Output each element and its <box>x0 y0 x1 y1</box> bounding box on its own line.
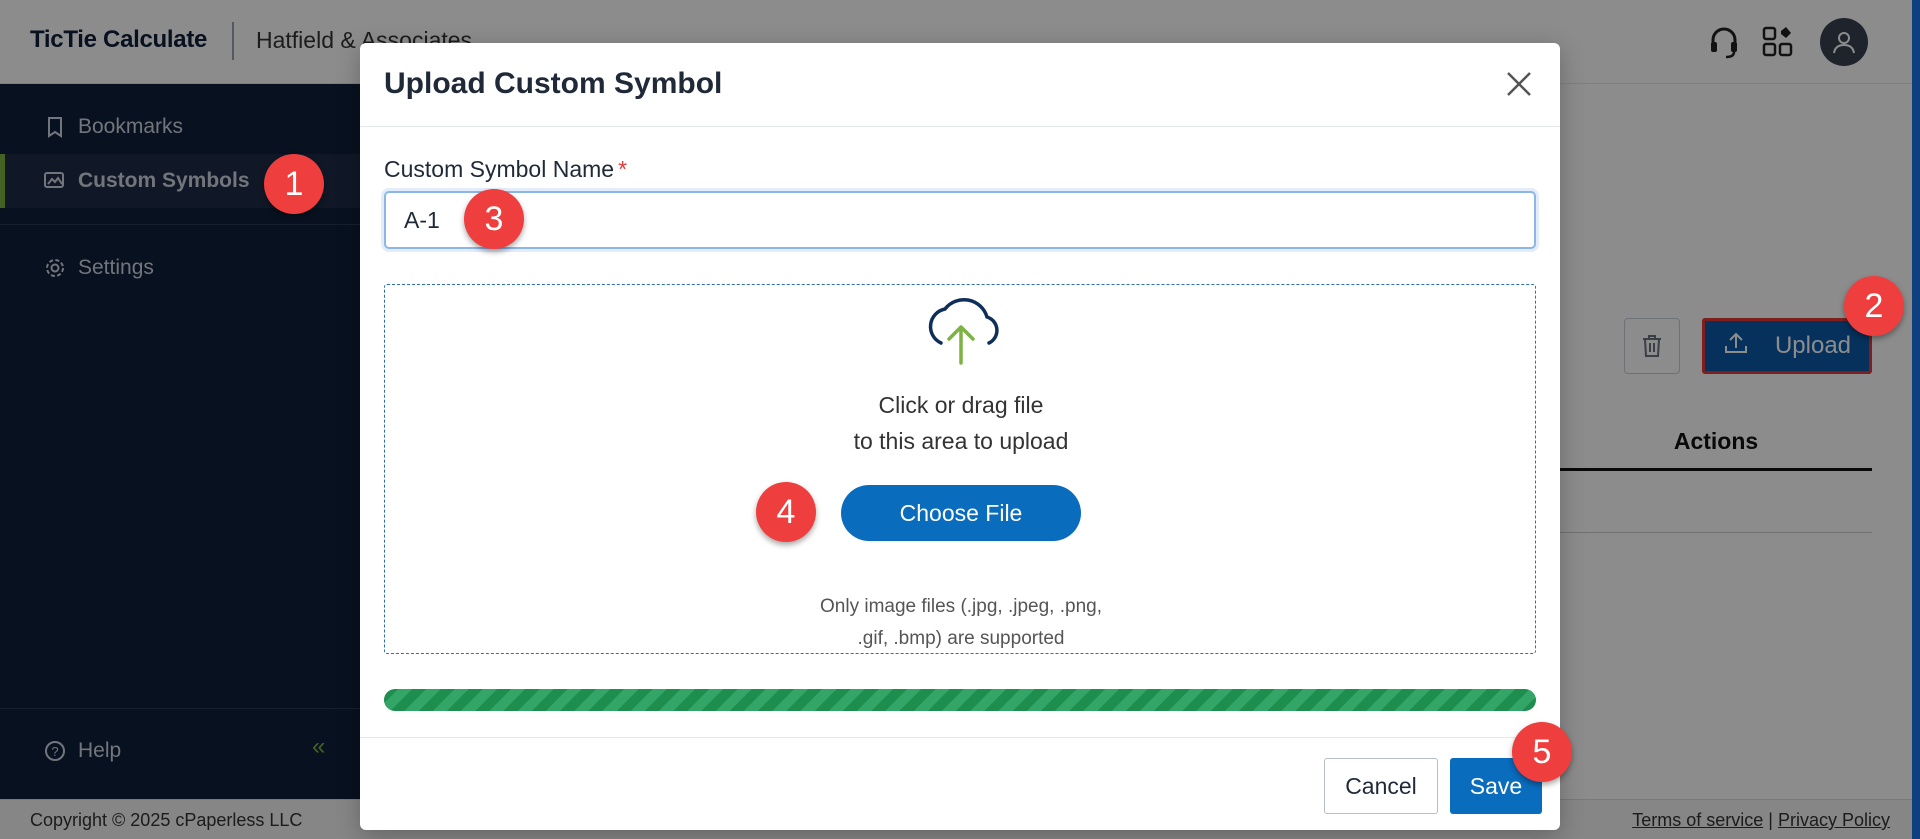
step-marker-3: 3 <box>464 189 524 249</box>
symbol-name-input[interactable] <box>384 191 1536 249</box>
dialog-title: Upload Custom Symbol <box>384 67 723 100</box>
dialog-header: Upload Custom Symbol <box>360 43 1560 127</box>
file-type-hint-line2: .gif, .bmp) are supported <box>857 628 1065 649</box>
choose-file-button[interactable]: Choose File <box>841 485 1081 541</box>
step-marker-5: 5 <box>1512 722 1572 782</box>
file-dropzone[interactable]: Click or drag file to this area to uploa… <box>384 284 1536 654</box>
step-marker-2: 2 <box>1844 276 1904 336</box>
file-type-hint-line1: Only image files (.jpg, .jpeg, .png, <box>820 596 1102 617</box>
symbol-name-label: Custom Symbol Name * <box>384 156 627 183</box>
file-type-hint: Only image files (.jpg, .jpeg, .png, .gi… <box>385 591 1537 655</box>
symbol-name-label-text: Custom Symbol Name <box>384 156 615 182</box>
step-marker-1: 1 <box>264 154 324 214</box>
step-marker-4: 4 <box>756 482 816 542</box>
required-asterisk: * <box>618 156 628 182</box>
cancel-button[interactable]: Cancel <box>1324 758 1438 814</box>
upload-custom-symbol-dialog: Upload Custom Symbol Custom Symbol Name *… <box>360 43 1560 830</box>
cloud-upload-icon <box>915 291 1007 371</box>
upload-progress-bar <box>384 689 1536 711</box>
close-icon[interactable] <box>1500 65 1538 103</box>
dropzone-text-line2: to this area to upload <box>853 428 1069 454</box>
dropzone-text-line1: Click or drag file <box>878 392 1044 418</box>
dialog-footer: Cancel Save <box>360 737 1560 830</box>
